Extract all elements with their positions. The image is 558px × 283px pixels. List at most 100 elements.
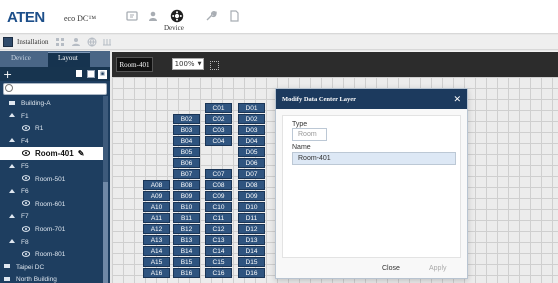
rack-b07[interactable]: B07 [173, 169, 200, 179]
rack-b04[interactable]: B04 [173, 136, 200, 146]
name-field[interactable]: Room-401 [292, 152, 456, 165]
rack-d15[interactable]: D15 [238, 257, 265, 267]
rack-c04[interactable]: C04 [205, 136, 232, 146]
rack-b16[interactable]: B16 [173, 268, 200, 278]
rack-d07[interactable]: D07 [238, 169, 265, 179]
rack-c02[interactable]: C02 [205, 114, 232, 124]
rack-d16[interactable]: D16 [238, 268, 265, 278]
rack-c12[interactable]: C12 [205, 224, 232, 234]
type-field: Room [292, 128, 327, 141]
rack-c10[interactable]: C10 [205, 202, 232, 212]
add-icon[interactable]: + [3, 69, 12, 80]
rack-b15[interactable]: B15 [173, 257, 200, 267]
rack-b05[interactable]: B05 [173, 147, 200, 157]
rack-d03[interactable]: D03 [238, 125, 265, 135]
rack-d04[interactable]: D04 [238, 136, 265, 146]
users-icon[interactable] [146, 9, 160, 23]
tree-item[interactable]: R1 [0, 122, 104, 135]
rack-d05[interactable]: D05 [238, 147, 265, 157]
rack-b13[interactable]: B13 [173, 235, 200, 245]
apply-button[interactable]: Apply [429, 265, 447, 272]
tree-item[interactable]: Room-401 ✎ [0, 147, 104, 161]
tree-item[interactable]: F6 [0, 185, 104, 198]
rack-b11[interactable]: B11 [173, 213, 200, 223]
rack-c15[interactable]: C15 [205, 257, 232, 267]
rack-c07[interactable]: C07 [205, 169, 232, 179]
rack-a11[interactable]: A11 [143, 213, 170, 223]
rack-b02[interactable]: B02 [173, 114, 200, 124]
tree-item-label: F5 [21, 163, 29, 170]
tree-item[interactable]: Building-A [0, 97, 104, 110]
tree-item-label: North Building [16, 276, 57, 283]
tree-item[interactable]: F8 [0, 236, 104, 249]
tree-item[interactable]: F1 [0, 110, 104, 123]
device-icon[interactable] [170, 9, 184, 23]
tree-item[interactable]: Room-501 [0, 173, 104, 186]
close-icon[interactable]: × [454, 92, 461, 105]
rack-d01[interactable]: D01 [238, 103, 265, 113]
tree-item[interactable]: F7 [0, 210, 104, 223]
rack-c16[interactable]: C16 [205, 268, 232, 278]
rack-c08[interactable]: C08 [205, 180, 232, 190]
fit-to-screen-icon[interactable] [210, 61, 219, 70]
sidebar-scroll-thumb[interactable] [103, 182, 108, 283]
rack-b08[interactable]: B08 [173, 180, 200, 190]
globe-icon[interactable] [87, 37, 97, 47]
rack-a16[interactable]: A16 [143, 268, 170, 278]
rack-b06[interactable]: B06 [173, 158, 200, 168]
tree-item[interactable]: F5 [0, 160, 104, 173]
rack-d08[interactable]: D08 [238, 180, 265, 190]
tree-item[interactable]: Room-801 [0, 248, 104, 261]
network-icon[interactable] [102, 37, 112, 47]
rack-b10[interactable]: B10 [173, 202, 200, 212]
rack-d11[interactable]: D11 [238, 213, 265, 223]
rack-c09[interactable]: C09 [205, 191, 232, 201]
rack-b03[interactable]: B03 [173, 125, 200, 135]
rack-d06[interactable]: D06 [238, 158, 265, 168]
lock-icon[interactable] [76, 70, 82, 77]
rack-a08[interactable]: A08 [143, 180, 170, 190]
rack-a15[interactable]: A15 [143, 257, 170, 267]
installation-bar [0, 35, 558, 50]
rack-b14[interactable]: B14 [173, 246, 200, 256]
rack-d02[interactable]: D02 [238, 114, 265, 124]
tree-item[interactable]: Room-701 [0, 223, 104, 236]
expand-icon[interactable] [87, 70, 95, 78]
tree-item[interactable]: F4 [0, 135, 104, 148]
rack-a09[interactable]: A09 [143, 191, 170, 201]
rack-d12[interactable]: D12 [238, 224, 265, 234]
wrench-icon[interactable] [204, 9, 218, 23]
document-icon[interactable] [227, 9, 241, 23]
room-tab[interactable]: Room-401 [116, 57, 153, 72]
dashboard-icon[interactable] [125, 9, 139, 23]
rack-a14[interactable]: A14 [143, 246, 170, 256]
rack-d13[interactable]: D13 [238, 235, 265, 245]
rack-d10[interactable]: D10 [238, 202, 265, 212]
rack-c14[interactable]: C14 [205, 246, 232, 256]
installation-label[interactable]: Installation [17, 38, 49, 46]
tree-search[interactable] [3, 83, 107, 95]
edit-icon[interactable]: ✎ [78, 149, 85, 158]
tab-layout[interactable]: Layout [58, 54, 78, 62]
close-button[interactable]: Close [382, 265, 400, 272]
tree-item[interactable]: Room-601 [0, 198, 104, 211]
rack-d09[interactable]: D09 [238, 191, 265, 201]
collapse-icon[interactable]: ▣ [98, 70, 107, 79]
grid-icon[interactable] [55, 37, 65, 47]
rack-a13[interactable]: A13 [143, 235, 170, 245]
tab-device[interactable]: Device [11, 54, 31, 62]
rack-a12[interactable]: A12 [143, 224, 170, 234]
tree-item[interactable]: North Building [0, 273, 104, 283]
rack-b09[interactable]: B09 [173, 191, 200, 201]
rack-a10[interactable]: A10 [143, 202, 170, 212]
rack-c11[interactable]: C11 [205, 213, 232, 223]
tree-item[interactable]: Taipei DC [0, 261, 104, 274]
rack-b12[interactable]: B12 [173, 224, 200, 234]
user-settings-icon[interactable] [71, 37, 81, 47]
rack-c01[interactable]: C01 [205, 103, 232, 113]
rack-d14[interactable]: D14 [238, 246, 265, 256]
rack-c13[interactable]: C13 [205, 235, 232, 245]
datacenter-icon [3, 263, 11, 271]
zoom-select[interactable]: 100% ▼ [172, 58, 204, 70]
rack-c03[interactable]: C03 [205, 125, 232, 135]
